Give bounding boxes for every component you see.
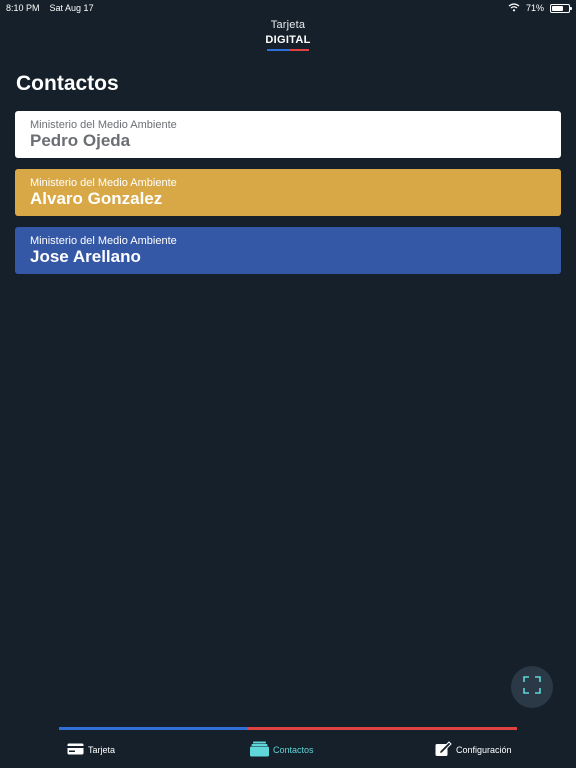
contact-name: Pedro Ojeda: [30, 131, 131, 150]
page-title: Contactos: [16, 72, 119, 95]
scan-icon: [523, 675, 541, 699]
scan-button[interactable]: [511, 666, 553, 708]
battery-icon: [550, 3, 572, 13]
tab-label: Tarjeta: [88, 745, 116, 755]
card-icon: [67, 743, 84, 757]
status-bar: 8:10 PM Sat Aug 17 71%: [0, 0, 576, 16]
tab-label: Contactos: [273, 745, 314, 755]
battery-level: [552, 5, 564, 11]
contact-organization: Ministerio del Medio Ambiente: [30, 177, 177, 189]
tab-contactos[interactable]: Contactos: [250, 736, 314, 764]
tab-label: Configuración: [456, 745, 512, 755]
tab-indicator: [59, 727, 517, 730]
contact-organization: Ministerio del Medio Ambiente: [30, 235, 177, 247]
status-time: 8:10 PM: [6, 3, 40, 13]
edit-icon: [435, 741, 452, 759]
logo-underline: [267, 49, 309, 51]
contact-name: Alvaro Gonzalez: [30, 189, 163, 208]
logo-line-1: Tarjeta: [270, 19, 306, 31]
battery-percent: 71%: [525, 3, 544, 13]
app-logo: Tarjeta DIGITAL: [0, 20, 576, 51]
logo-line-2: DIGITAL: [265, 34, 311, 46]
tab-configuracion[interactable]: Configuración: [435, 736, 512, 764]
contact-organization: Ministerio del Medio Ambiente: [30, 119, 177, 131]
tab-tarjeta[interactable]: Tarjeta: [67, 736, 115, 764]
contact-card[interactable]: Ministerio del Medio Ambiente Alvaro Gon…: [15, 169, 561, 216]
tab-bar: Tarjeta Contactos Configuración: [0, 736, 576, 764]
contact-card[interactable]: Ministerio del Medio Ambiente Pedro Ojed…: [15, 111, 561, 158]
contact-card[interactable]: Ministerio del Medio Ambiente Jose Arell…: [15, 227, 561, 274]
contacts-stack-icon: [250, 741, 269, 759]
wifi-icon: [508, 2, 520, 14]
contact-name: Jose Arellano: [30, 247, 141, 266]
status-date: Sat Aug 17: [49, 3, 94, 13]
